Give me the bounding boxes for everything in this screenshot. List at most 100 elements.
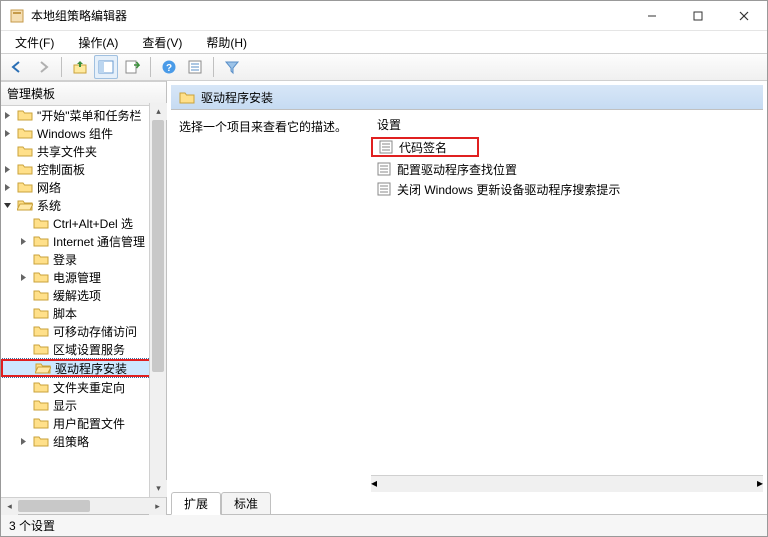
tree-node[interactable]: "开始"菜单和任务栏 [1, 106, 166, 124]
tree-node[interactable]: 显示 [1, 396, 166, 414]
tab-standard[interactable]: 标准 [221, 492, 271, 515]
window-controls [629, 1, 767, 30]
tree-node[interactable]: 文件夹重定向 [1, 378, 166, 396]
tree-node-label: Ctrl+Alt+Del 选 [53, 215, 133, 232]
tree: "开始"菜单和任务栏Windows 组件共享文件夹控制面板网络系统Ctrl+Al… [1, 106, 166, 450]
scroll-thumb[interactable] [152, 120, 164, 372]
tab-extended[interactable]: 扩展 [171, 492, 221, 515]
tree-node[interactable]: 用户配置文件 [1, 414, 166, 432]
expander-closed-icon[interactable] [19, 273, 33, 282]
forward-button[interactable] [31, 55, 55, 79]
tree-node-label: Internet 通信管理 [53, 233, 145, 250]
expander-closed-icon[interactable] [19, 437, 33, 446]
expander-closed-icon[interactable] [3, 165, 17, 174]
folder-icon [35, 361, 51, 375]
tree-node-label: 显示 [53, 397, 77, 414]
statusbar: 3 个设置 [1, 514, 767, 536]
folder-icon [33, 306, 49, 320]
tree-node[interactable]: 可移动存储访问 [1, 322, 166, 340]
folder-icon [33, 342, 49, 356]
description-text: 选择一个项目来查看它的描述。 [179, 118, 363, 135]
folder-icon [33, 324, 49, 338]
folder-icon [17, 108, 33, 122]
menubar: 文件(F) 操作(A) 查看(V) 帮助(H) [1, 31, 767, 53]
scroll-right-arrow[interactable]: ▸ [149, 498, 166, 515]
tree-node-label: 共享文件夹 [37, 143, 97, 160]
menu-action[interactable]: 操作(A) [70, 32, 126, 53]
filter-button[interactable] [220, 55, 244, 79]
main-area: 管理模板 "开始"菜单和任务栏Windows 组件共享文件夹控制面板网络系统Ct… [1, 81, 767, 514]
details-title: 驱动程序安装 [201, 89, 273, 106]
tree-node[interactable]: Ctrl+Alt+Del 选 [1, 214, 166, 232]
tree-node[interactable]: Windows 组件 [1, 124, 166, 142]
tree-header[interactable]: 管理模板 [1, 81, 166, 106]
details-horizontal-scrollbar[interactable]: ◂ ▸ [371, 475, 763, 492]
window-title: 本地组策略编辑器 [31, 7, 127, 24]
expander-open-icon[interactable] [3, 201, 17, 210]
scroll-up-arrow[interactable]: ▴ [150, 103, 167, 120]
folder-icon [33, 252, 49, 266]
folder-icon [33, 398, 49, 412]
tree-node[interactable]: 组策略 [1, 432, 166, 450]
setting-label: 关闭 Windows 更新设备驱动程序搜索提示 [397, 181, 620, 198]
tree-node[interactable]: 网络 [1, 178, 166, 196]
help-button[interactable]: ? [157, 55, 181, 79]
column-header-setting[interactable]: 设置 [371, 114, 763, 135]
tree-node[interactable]: Internet 通信管理 [1, 232, 166, 250]
tree-horizontal-scrollbar[interactable]: ◂ ▸ [1, 497, 166, 514]
show-hide-tree-button[interactable] [94, 55, 118, 79]
details-pane: 驱动程序安装 选择一个项目来查看它的描述。 设置 代码签名配置驱动程序查找位置关… [167, 81, 767, 514]
back-button[interactable] [5, 55, 29, 79]
menu-help[interactable]: 帮助(H) [198, 32, 255, 53]
tree-node-label: 控制面板 [37, 161, 85, 178]
folder-icon [17, 162, 33, 176]
up-button[interactable] [68, 55, 92, 79]
setting-item[interactable]: 配置驱动程序查找位置 [371, 159, 763, 179]
scroll-right-arrow[interactable]: ▸ [757, 476, 763, 492]
policy-icon [379, 140, 393, 154]
folder-icon [33, 234, 49, 248]
menu-view[interactable]: 查看(V) [134, 32, 190, 53]
tree-pane: 管理模板 "开始"菜单和任务栏Windows 组件共享文件夹控制面板网络系统Ct… [1, 81, 167, 514]
tree-node[interactable]: 登录 [1, 250, 166, 268]
scroll-thumb[interactable] [18, 500, 90, 512]
maximize-button[interactable] [675, 1, 721, 30]
tree-node[interactable]: 缓解选项 [1, 286, 166, 304]
expander-closed-icon[interactable] [19, 237, 33, 246]
export-button[interactable] [120, 55, 144, 79]
tree-node[interactable]: 脚本 [1, 304, 166, 322]
setting-item[interactable]: 关闭 Windows 更新设备驱动程序搜索提示 [371, 179, 763, 199]
scroll-down-arrow[interactable]: ▾ [150, 480, 167, 497]
tree-node-label: 区域设置服务 [53, 341, 125, 358]
tree-node[interactable]: 系统 [1, 196, 166, 214]
tree-node-label: 网络 [37, 179, 61, 196]
tree-vertical-scrollbar[interactable]: ▴ ▾ [149, 103, 166, 497]
expander-closed-icon[interactable] [3, 111, 17, 120]
tree-node-label: 用户配置文件 [53, 415, 125, 432]
setting-item[interactable]: 代码签名 [371, 137, 479, 157]
tree-node[interactable]: 共享文件夹 [1, 142, 166, 160]
folder-icon [33, 270, 49, 284]
properties-button[interactable] [183, 55, 207, 79]
menu-file[interactable]: 文件(F) [7, 32, 62, 53]
tree-node[interactable]: 控制面板 [1, 160, 166, 178]
folder-icon [17, 126, 33, 140]
close-button[interactable] [721, 1, 767, 30]
tree-node[interactable]: 电源管理 [1, 268, 166, 286]
expander-closed-icon[interactable] [3, 183, 17, 192]
expander-closed-icon[interactable] [3, 129, 17, 138]
folder-icon [33, 434, 49, 448]
tree-node-label: 缓解选项 [53, 287, 101, 304]
minimize-button[interactable] [629, 1, 675, 30]
policy-icon [377, 162, 391, 176]
folder-icon [33, 288, 49, 302]
svg-text:?: ? [166, 63, 172, 74]
tree-node[interactable]: 驱动程序安装 [1, 359, 164, 377]
scroll-left-arrow[interactable]: ◂ [1, 498, 18, 515]
tree-node-label: 驱动程序安装 [55, 360, 127, 377]
tree-node-label: 组策略 [53, 433, 89, 450]
tree-node[interactable]: 区域设置服务 [1, 340, 166, 358]
folder-icon [33, 416, 49, 430]
tree-node-label: 登录 [53, 251, 77, 268]
toolbar-separator [213, 57, 214, 77]
